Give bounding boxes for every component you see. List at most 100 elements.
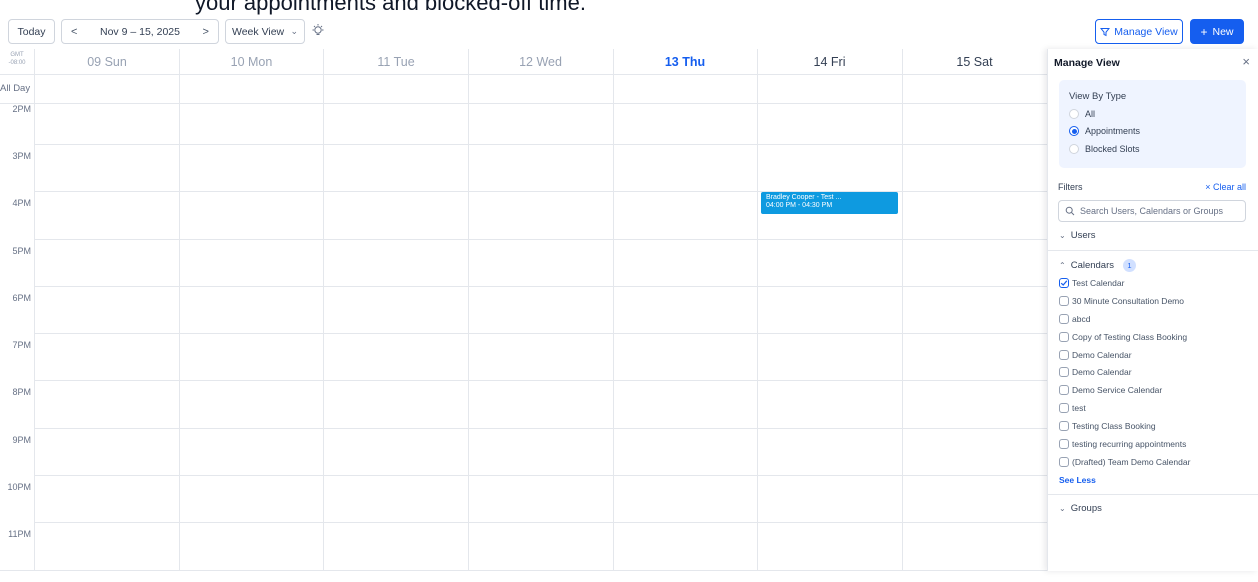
day-header-mon[interactable]: 10 Mon [179,49,324,75]
search-icon [1065,206,1075,216]
date-navigator: < Nov 9 – 15, 2025 > [61,19,219,44]
hour-line [34,428,1047,429]
timezone-line-1: GMT [10,52,24,58]
hour-label: 5PM [12,246,31,256]
users-section-toggle[interactable]: ⌄ Users [1059,230,1096,241]
chevron-up-icon: ⌃ [1059,261,1066,270]
checkbox[interactable] [1059,457,1069,467]
event-time: 04:00 PM - 04:30 PM [766,202,833,209]
day-header-row: GMT -08:00 09 Sun 10 Mon 11 Tue 12 Wed 1… [0,49,1047,75]
calendar-item[interactable]: Demo Calendar [1059,367,1132,377]
radio-option-appointments[interactable]: Appointments [1069,126,1140,136]
hour-line [34,103,1047,104]
radio-label: Appointments [1085,126,1141,136]
appointment-event[interactable]: Bradley Cooper - Test ... 04:00 PM - 04:… [761,192,898,214]
calendar-item[interactable]: Demo Service Calendar [1059,385,1162,395]
new-button[interactable]: + New [1190,19,1244,44]
hour-label: 10PM [7,482,31,492]
calendars-label: Calendars [1070,260,1115,271]
calendar-item[interactable]: Test Calendar [1059,278,1124,288]
calendar-item[interactable]: abcd [1059,314,1090,324]
calendars-count-badge: 1 [1123,259,1137,272]
checkbox[interactable] [1059,296,1069,306]
radio-button[interactable] [1069,126,1079,136]
hour-line [34,286,1047,287]
view-selector-label: Week View [232,25,285,38]
new-label: New [1212,25,1234,38]
checkbox[interactable] [1059,278,1069,288]
chevron-down-icon: ⌄ [1059,504,1066,513]
calendars-section-toggle[interactable]: ⌃ Calendars 1 [1059,259,1137,272]
chevron-right-icon[interactable]: > [203,26,209,38]
checkbox[interactable] [1059,385,1069,395]
radio-option-blocked-slots[interactable]: Blocked Slots [1069,144,1140,154]
calendar-item-label: Demo Service Calendar [1072,385,1163,395]
timezone-line-2: -08:00 [8,60,26,66]
hour-label: 7PM [12,340,31,350]
filter-icon [1100,27,1111,36]
radio-label: All [1085,109,1096,119]
radio-button[interactable] [1069,144,1079,154]
clear-all-button[interactable]: × Clear all [1205,182,1246,192]
calendar-item-label: Test Calendar [1072,278,1125,288]
users-label: Users [1070,230,1096,241]
hour-label: 4PM [12,198,31,208]
close-icon: × [1205,182,1211,192]
radio-option-all[interactable]: All [1069,109,1095,119]
search-input[interactable]: Search Users, Calendars or Groups [1058,200,1246,222]
section-divider [1048,250,1258,251]
hour-label: 8PM [12,387,31,397]
groups-section-toggle[interactable]: ⌄ Groups [1059,503,1102,514]
checkbox[interactable] [1059,421,1069,431]
see-less-link[interactable]: See Less [1059,475,1096,485]
day-header-sun[interactable]: 09 Sun [35,49,179,75]
checkbox[interactable] [1059,332,1069,342]
radio-button[interactable] [1069,109,1079,119]
hour-line [34,380,1047,381]
lightbulb-icon[interactable] [311,23,325,39]
groups-label: Groups [1070,503,1102,514]
manage-view-label: Manage View [1114,25,1178,38]
date-range-label[interactable]: Nov 9 – 15, 2025 [100,26,180,38]
checkbox[interactable] [1059,314,1069,324]
view-selector[interactable]: Week View ⌄ [225,19,305,44]
day-header-sat[interactable]: 15 Sat [902,49,1047,75]
calendar-item[interactable]: testing recurring appointments [1059,439,1186,449]
hour-line [34,522,1047,523]
checkbox[interactable] [1059,367,1069,377]
calendar-item[interactable]: Demo Calendar [1059,350,1132,360]
clear-all-label: Clear all [1212,182,1246,192]
column-divider [179,49,180,571]
calendar-item[interactable]: test [1059,403,1086,413]
view-by-type-box: View By Type All Appointments Blocked Sl… [1059,80,1246,168]
caption-text: your appointments and blocked-off time. [195,0,586,15]
checkbox[interactable] [1059,403,1069,413]
filters-label: Filters [1058,182,1083,192]
checkbox[interactable] [1059,439,1069,449]
manage-view-button[interactable]: Manage View [1095,19,1183,44]
calendar-item-label: 30 Minute Consultation Demo [1072,296,1184,306]
today-button[interactable]: Today [8,19,55,44]
all-day-row[interactable]: All Day [0,76,1047,104]
day-header-wed[interactable]: 12 Wed [468,49,613,75]
close-icon[interactable]: × [1242,54,1250,69]
grid-bottom-border [0,570,1047,571]
chevron-down-icon: ⌄ [1059,231,1066,240]
plus-icon: + [1200,24,1208,39]
day-header-fri[interactable]: 14 Fri [757,49,902,75]
day-header-tue[interactable]: 11 Tue [324,49,468,75]
calendar-item[interactable]: Copy of Testing Class Booking [1059,332,1187,342]
search-placeholder: Search Users, Calendars or Groups [1080,206,1224,216]
calendar-item[interactable]: (Drafted) Team Demo Calendar [1059,457,1190,467]
calendar-item-label: Demo Calendar [1072,367,1132,377]
view-by-type-label: View By Type [1069,91,1127,102]
chevron-left-icon[interactable]: < [71,26,77,38]
column-divider [34,49,35,571]
day-header-thu[interactable]: 13 Thu [613,49,757,75]
calendar-item[interactable]: 30 Minute Consultation Demo [1059,296,1184,306]
checkbox[interactable] [1059,350,1069,360]
hour-label: 2PM [12,104,31,114]
column-divider [323,49,324,571]
radio-label: Blocked Slots [1085,144,1140,154]
calendar-item[interactable]: Testing Class Booking [1059,421,1156,431]
